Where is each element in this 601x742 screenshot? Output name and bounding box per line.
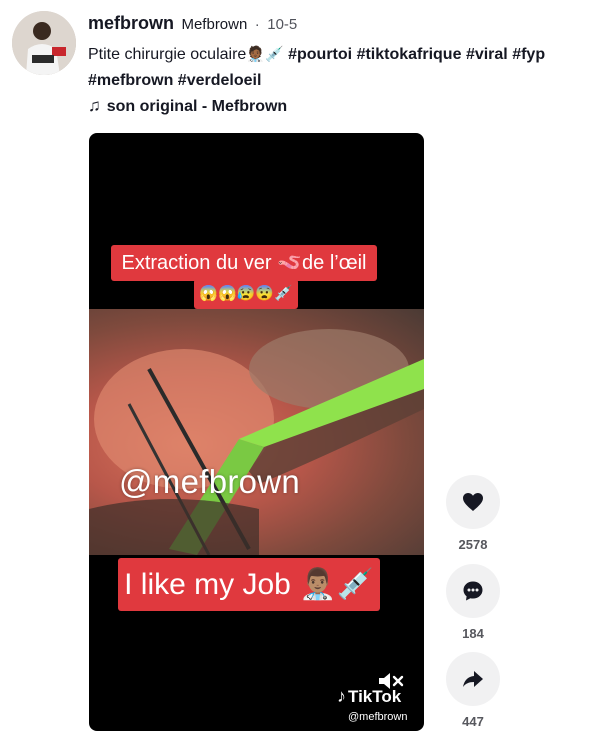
avatar[interactable]: [12, 11, 76, 75]
author-username[interactable]: mefbrown: [88, 13, 174, 33]
comment-action: 184: [446, 564, 500, 641]
watermark-handle: @mefbrown: [348, 711, 408, 723]
post-header: mefbrown Mefbrown · 10-5: [88, 13, 297, 34]
tiktok-watermark: ♪ TikTok: [337, 686, 401, 707]
heart-icon: [463, 493, 483, 511]
hashtag-viral[interactable]: #viral: [466, 46, 508, 63]
overlay-title: Extraction du ver 🪱de l’œil: [111, 245, 377, 281]
music-title: son original - Mefbrown: [106, 98, 288, 115]
share-count: 447: [462, 714, 484, 729]
author-nickname[interactable]: Mefbrown: [181, 16, 247, 33]
hashtag-mefbrown[interactable]: #mefbrown: [88, 72, 173, 89]
share-arrow-icon: [463, 671, 483, 687]
like-count: 2578: [458, 537, 488, 552]
like-button[interactable]: [446, 475, 500, 529]
music-note-icon: ♫: [88, 96, 101, 115]
post-caption: Ptite chirurgie oculaire🧑🏾‍⚕️💉 #pourtoi …: [88, 42, 598, 94]
video-frame: [89, 309, 424, 555]
hashtag-fyp[interactable]: #fyp: [512, 46, 545, 63]
video-player[interactable]: Extraction du ver 🪱de l’œil 😱😱😰😨💉 @mefbr…: [89, 133, 424, 731]
separator: ·: [254, 16, 260, 33]
music-link[interactable]: ♫ son original - Mefbrown: [88, 96, 287, 116]
hashtag-pourtoi[interactable]: #pourtoi: [288, 46, 352, 63]
share-action: 447: [446, 652, 500, 729]
post-date: 10-5: [267, 16, 298, 33]
hashtag-tiktokafrique[interactable]: #tiktokafrique: [357, 46, 462, 63]
comment-icon: [463, 581, 483, 601]
watermark-brand: TikTok: [348, 687, 402, 706]
overlay-caption: I like my Job 👨🏽‍⚕️💉: [118, 558, 380, 611]
comment-count: 184: [462, 626, 484, 641]
avatar-photo: [12, 11, 76, 75]
caption-text: Ptite chirurgie oculaire: [88, 46, 247, 63]
comment-button[interactable]: [446, 564, 500, 618]
surgery-image: [89, 329, 424, 555]
overlay-emojis: 😱😱😰😨💉: [194, 279, 298, 309]
caption-emojis: 🧑🏾‍⚕️💉: [246, 46, 284, 63]
overlay-handle: @mefbrown: [119, 463, 301, 500]
hashtag-verdeloeil[interactable]: #verdeloeil: [178, 72, 262, 89]
tiktok-logo-icon: ♪: [337, 686, 346, 706]
like-action: 2578: [446, 475, 500, 552]
share-button[interactable]: [446, 652, 500, 706]
